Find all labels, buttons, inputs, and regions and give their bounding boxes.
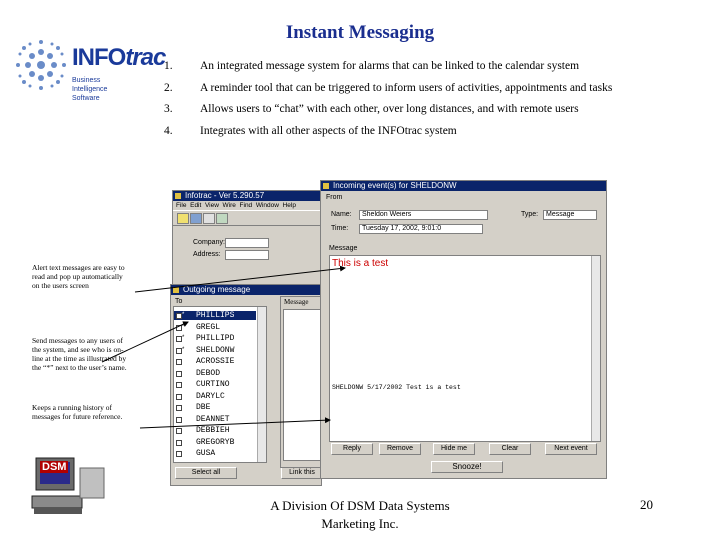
footer: A Division Of DSM Data Systems Marketing… [270, 498, 450, 531]
dsm-logo: DSM [30, 448, 110, 518]
dsm-badge: DSM [40, 461, 69, 473]
arrow-alert [134, 265, 346, 293]
computer-icon [31, 457, 105, 514]
page-number: 20 [640, 497, 653, 512]
arrow-send [101, 321, 189, 363]
arrow-history [139, 417, 331, 429]
